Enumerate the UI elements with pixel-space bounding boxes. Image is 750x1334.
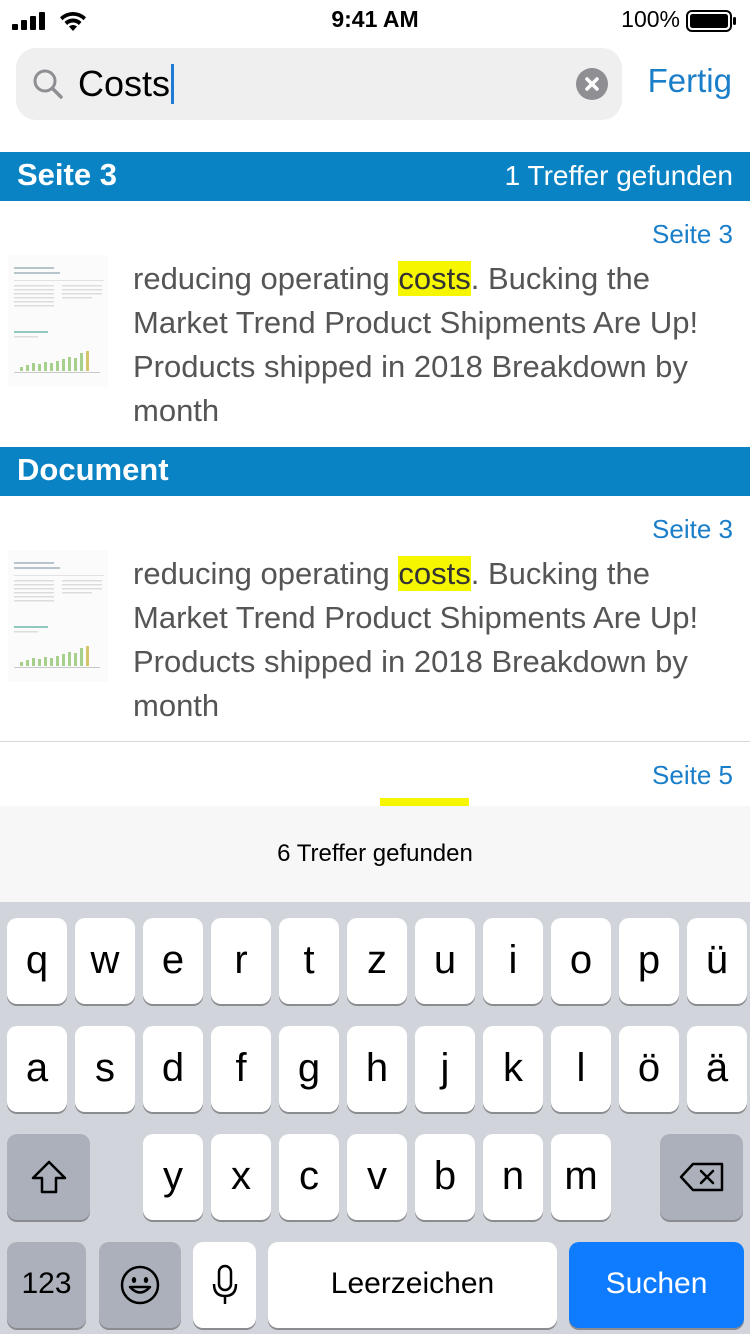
- key-ü[interactable]: ü: [687, 918, 747, 1004]
- battery-percentage: 100%: [621, 6, 680, 32]
- key-q[interactable]: q: [7, 918, 67, 1004]
- done-button[interactable]: Fertig: [648, 62, 732, 100]
- key-e[interactable]: e: [143, 918, 203, 1004]
- section-match-count: 1 Treffer gefunden: [504, 160, 733, 191]
- key-d[interactable]: d: [143, 1026, 203, 1112]
- result-snippet: reducing operating costs. Bucking the Ma…: [133, 552, 733, 728]
- key-h[interactable]: h: [347, 1026, 407, 1112]
- microphone-icon: [212, 1264, 237, 1304]
- page-thumbnail: [8, 255, 108, 387]
- dictation-key[interactable]: [193, 1242, 256, 1328]
- section-header-document: Document: [0, 447, 750, 496]
- key-t[interactable]: t: [279, 918, 339, 1004]
- section-title: Document: [17, 452, 169, 487]
- backspace-icon: [679, 1162, 723, 1192]
- results-count: 6 Treffer gefunden: [277, 840, 473, 867]
- battery-icon: [686, 10, 736, 32]
- emoji-icon: [120, 1265, 160, 1305]
- key-g[interactable]: g: [279, 1026, 339, 1112]
- key-j[interactable]: j: [415, 1026, 475, 1112]
- key-z[interactable]: z: [347, 918, 407, 1004]
- result-page-label: Seite 3: [652, 219, 733, 249]
- key-f[interactable]: f: [211, 1026, 271, 1112]
- key-p[interactable]: p: [619, 918, 679, 1004]
- results-count-bar: 6 Treffer gefunden: [0, 806, 750, 902]
- result-page-label: Seite 5: [652, 760, 733, 790]
- status-bar: 9:41 AM 100%: [0, 0, 750, 40]
- key-ö[interactable]: ö: [619, 1026, 679, 1112]
- search-result-item[interactable]: Seite 3 reducing operating costs. Buckin…: [0, 496, 750, 741]
- clear-search-button[interactable]: [576, 68, 608, 100]
- delete-key[interactable]: [660, 1134, 743, 1220]
- search-query: Costs: [78, 63, 171, 104]
- key-c[interactable]: c: [279, 1134, 339, 1220]
- section-title: Seite 3: [17, 157, 117, 192]
- key-l[interactable]: l: [551, 1026, 611, 1112]
- section-header-page: Seite 3 1 Treffer gefunden: [0, 152, 750, 201]
- page-thumbnail: [8, 550, 108, 682]
- shift-key[interactable]: [7, 1134, 90, 1220]
- search-input[interactable]: Costs: [78, 63, 175, 104]
- key-b[interactable]: b: [415, 1134, 475, 1220]
- snippet-text-before: reducing operating: [133, 261, 399, 296]
- search-highlight: [380, 798, 469, 806]
- numbers-key[interactable]: 123: [7, 1242, 86, 1328]
- key-s[interactable]: s: [75, 1026, 135, 1112]
- result-page-label: Seite 3: [652, 514, 733, 544]
- key-m[interactable]: m: [551, 1134, 611, 1220]
- search-result-item[interactable]: Seite 5: [0, 742, 750, 806]
- key-n[interactable]: n: [483, 1134, 543, 1220]
- key-i[interactable]: i: [483, 918, 543, 1004]
- key-w[interactable]: w: [75, 918, 135, 1004]
- snippet-text-before: reducing operating: [133, 556, 399, 591]
- search-icon: [33, 69, 63, 99]
- search-highlight: costs: [398, 556, 471, 591]
- key-a[interactable]: a: [7, 1026, 67, 1112]
- search-key[interactable]: Suchen: [569, 1242, 744, 1328]
- key-x[interactable]: x: [211, 1134, 271, 1220]
- search-result-item[interactable]: Seite 3 reducing operating costs. Buckin…: [0, 201, 750, 447]
- key-ä[interactable]: ä: [687, 1026, 747, 1112]
- search-field[interactable]: Costs: [16, 48, 622, 120]
- clear-icon: [585, 77, 599, 91]
- key-o[interactable]: o: [551, 918, 611, 1004]
- space-key[interactable]: Leerzeichen: [268, 1242, 557, 1328]
- result-snippet: reducing operating costs. Bucking the Ma…: [133, 257, 733, 433]
- key-k[interactable]: k: [483, 1026, 543, 1112]
- emoji-key[interactable]: [99, 1242, 181, 1328]
- keyboard: qwertzuiopü asdfghjklöä yxcvbnm 123 Leer…: [0, 902, 750, 1334]
- key-v[interactable]: v: [347, 1134, 407, 1220]
- search-highlight: costs: [398, 261, 471, 296]
- text-caret: [171, 64, 175, 104]
- key-y[interactable]: y: [143, 1134, 203, 1220]
- shift-icon: [31, 1160, 66, 1194]
- key-r[interactable]: r: [211, 918, 271, 1004]
- key-u[interactable]: u: [415, 918, 475, 1004]
